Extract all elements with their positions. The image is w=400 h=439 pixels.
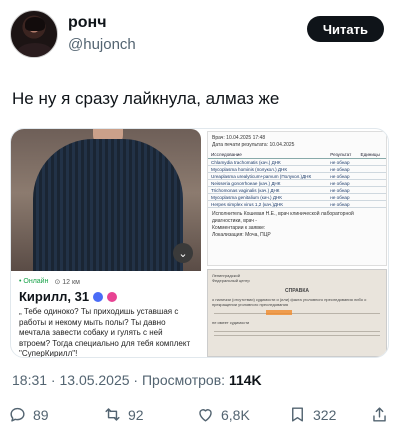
test-result: не обнар	[327, 200, 358, 208]
table-row: Trichomonas vaginalis (кач.) ДНК не обнар	[208, 186, 386, 194]
certificate-image[interactable]: Ленинградской Федеральный центр СПРАВКА …	[207, 269, 387, 357]
test-name: Ureaplasma urealyticum+parvum (Полукол.)…	[208, 172, 328, 180]
test-result: не обнар	[327, 193, 358, 201]
tweet-timestamp[interactable]: 18:31 · 13.05.2025 · Просмотров: 114K	[12, 372, 262, 388]
test-name: Trichomonas vaginalis (кач.) ДНК	[208, 186, 328, 194]
test-units	[357, 172, 386, 180]
profile-name: Кирилл, 31	[19, 289, 118, 304]
avatar-hair	[25, 17, 45, 31]
follow-button[interactable]: Читать	[306, 16, 384, 42]
badge-icon	[107, 291, 118, 302]
highlighter-mark	[266, 310, 292, 315]
test-name: Chlamydia trachomatis (кач.) ДНК	[208, 158, 328, 166]
lab-report-footer: Исполнитель Кошевая Н.Е., врач клиническ…	[208, 208, 386, 242]
table-row: Herpes simplex virus 1,2 (кач.)ДНК не обн…	[208, 200, 386, 208]
bookmark-count: 322	[313, 406, 337, 423]
divider	[214, 331, 380, 332]
lab-executor: Исполнитель Кошевая Н.Е., врач клиническ…	[212, 211, 354, 224]
reply-count: 89	[33, 406, 49, 423]
divider	[214, 313, 380, 314]
test-name: Mycoplasma genitalium (кач.) ДНК	[208, 193, 328, 201]
timestamp-text: 18:31 · 13.05.2025 · Просмотров:	[12, 372, 229, 388]
online-status: • Онлайн	[19, 278, 49, 285]
test-units	[357, 200, 386, 208]
test-units	[357, 179, 386, 187]
retweet-icon	[105, 408, 120, 421]
verified-badge-icon	[93, 291, 104, 302]
test-units	[357, 158, 386, 166]
bookmark-icon	[292, 407, 303, 422]
table-row: Chlamydia trachomatis (кач.) ДНК не обнар	[208, 158, 386, 166]
tweet-text: Не ну я сразу лайкнула, алмаз же	[12, 89, 280, 108]
retweet-button[interactable]: 92	[103, 405, 144, 424]
retweet-count: 92	[128, 406, 144, 423]
certificate-header: Ленинградской Федеральный центр	[208, 270, 386, 286]
test-units	[357, 193, 386, 201]
heart-icon	[199, 409, 212, 422]
col-header-units: Единицы	[357, 151, 386, 159]
reply-icon	[10, 407, 25, 422]
test-result: не обнар	[327, 179, 358, 187]
table-row: Mycoplasma genitalium (кач.) ДНК не обнар	[208, 193, 386, 201]
views-count: 114K	[228, 372, 262, 388]
author-name[interactable]: ронч	[68, 14, 107, 32]
share-button[interactable]	[370, 405, 389, 424]
tweet-media[interactable]: ⌄ • Онлайн ⊙ 12 км Кирилл, 31 „ Тебе оди…	[10, 128, 389, 358]
test-units	[357, 186, 386, 194]
lab-meta-line: Врач: 10.04.2025 17:48	[212, 135, 266, 141]
lab-report-meta: Врач: 10.04.2025 17:48 Дата печати резул…	[208, 132, 386, 151]
test-name: Mycoplasma hominis (полукол.) ДНК	[208, 165, 328, 173]
lab-report-image[interactable]: Врач: 10.04.2025 17:48 Дата печати резул…	[207, 131, 387, 266]
profile-name-text: Кирилл, 31	[19, 289, 90, 304]
table-row: Neisseria gonorrhoeae (кач.) ДНК не обнар	[208, 179, 386, 187]
certificate-org: Федеральный центр	[212, 278, 250, 283]
lab-meta-line: Дата печати результата: 10.04.2025	[212, 142, 295, 148]
test-result: не обнар	[327, 186, 358, 194]
avatar[interactable]	[10, 10, 58, 58]
lab-comment: Комментарии к заявке:	[212, 225, 266, 231]
test-result: не обнар	[327, 165, 358, 173]
bookmark-button[interactable]: 322	[288, 405, 336, 424]
profile-status-row: • Онлайн ⊙ 12 км	[19, 278, 80, 286]
test-units	[357, 165, 386, 173]
author-handle[interactable]: @hujonch	[68, 36, 136, 53]
test-name: Neisseria gonorrhoeae (кач.) ДНК	[208, 179, 328, 187]
divider	[214, 335, 380, 336]
test-result: не обнар	[327, 172, 358, 180]
like-count: 6,8K	[221, 406, 250, 423]
reply-button[interactable]: 89	[8, 405, 49, 424]
distance-label: ⊙ 12 км	[54, 279, 80, 286]
tweet-header: ронч @hujonch Читать	[10, 10, 390, 60]
photo-sweater	[33, 139, 183, 271]
tweet-actions: 89 92 6,8K 322	[8, 405, 392, 429]
like-button[interactable]: 6,8K	[196, 405, 250, 424]
profile-bio: „ Тебе одиноко? Ты приходишь уставшая с …	[19, 307, 191, 358]
col-header-result: Результат	[327, 151, 358, 159]
lab-material: Локализация: Моча, ПЦР	[212, 232, 271, 238]
share-icon	[373, 407, 386, 422]
test-result: не обнар	[327, 158, 358, 166]
certificate-body: о наличии (отсутствии) судимости и (или)…	[212, 297, 367, 307]
avatar-shoulders	[17, 43, 53, 57]
table-row: Ureaplasma urealyticum+parvum (Полукол.)…	[208, 172, 386, 180]
col-header-test: Исследование	[208, 151, 328, 159]
lab-results-table: Исследование Результат Единицы Chlamydia…	[208, 151, 386, 208]
dating-profile-screenshot[interactable]: ⌄ • Онлайн ⊙ 12 км Кирилл, 31 „ Тебе оди…	[11, 129, 201, 358]
test-name: Herpes simplex virus 1,2 (кач.)ДНК	[208, 200, 328, 208]
table-row: Mycoplasma hominis (полукол.) ДНК не обна…	[208, 165, 386, 173]
chevron-down-icon: ⌄	[173, 243, 193, 263]
certificate-body: не имеет судимости	[212, 320, 250, 325]
